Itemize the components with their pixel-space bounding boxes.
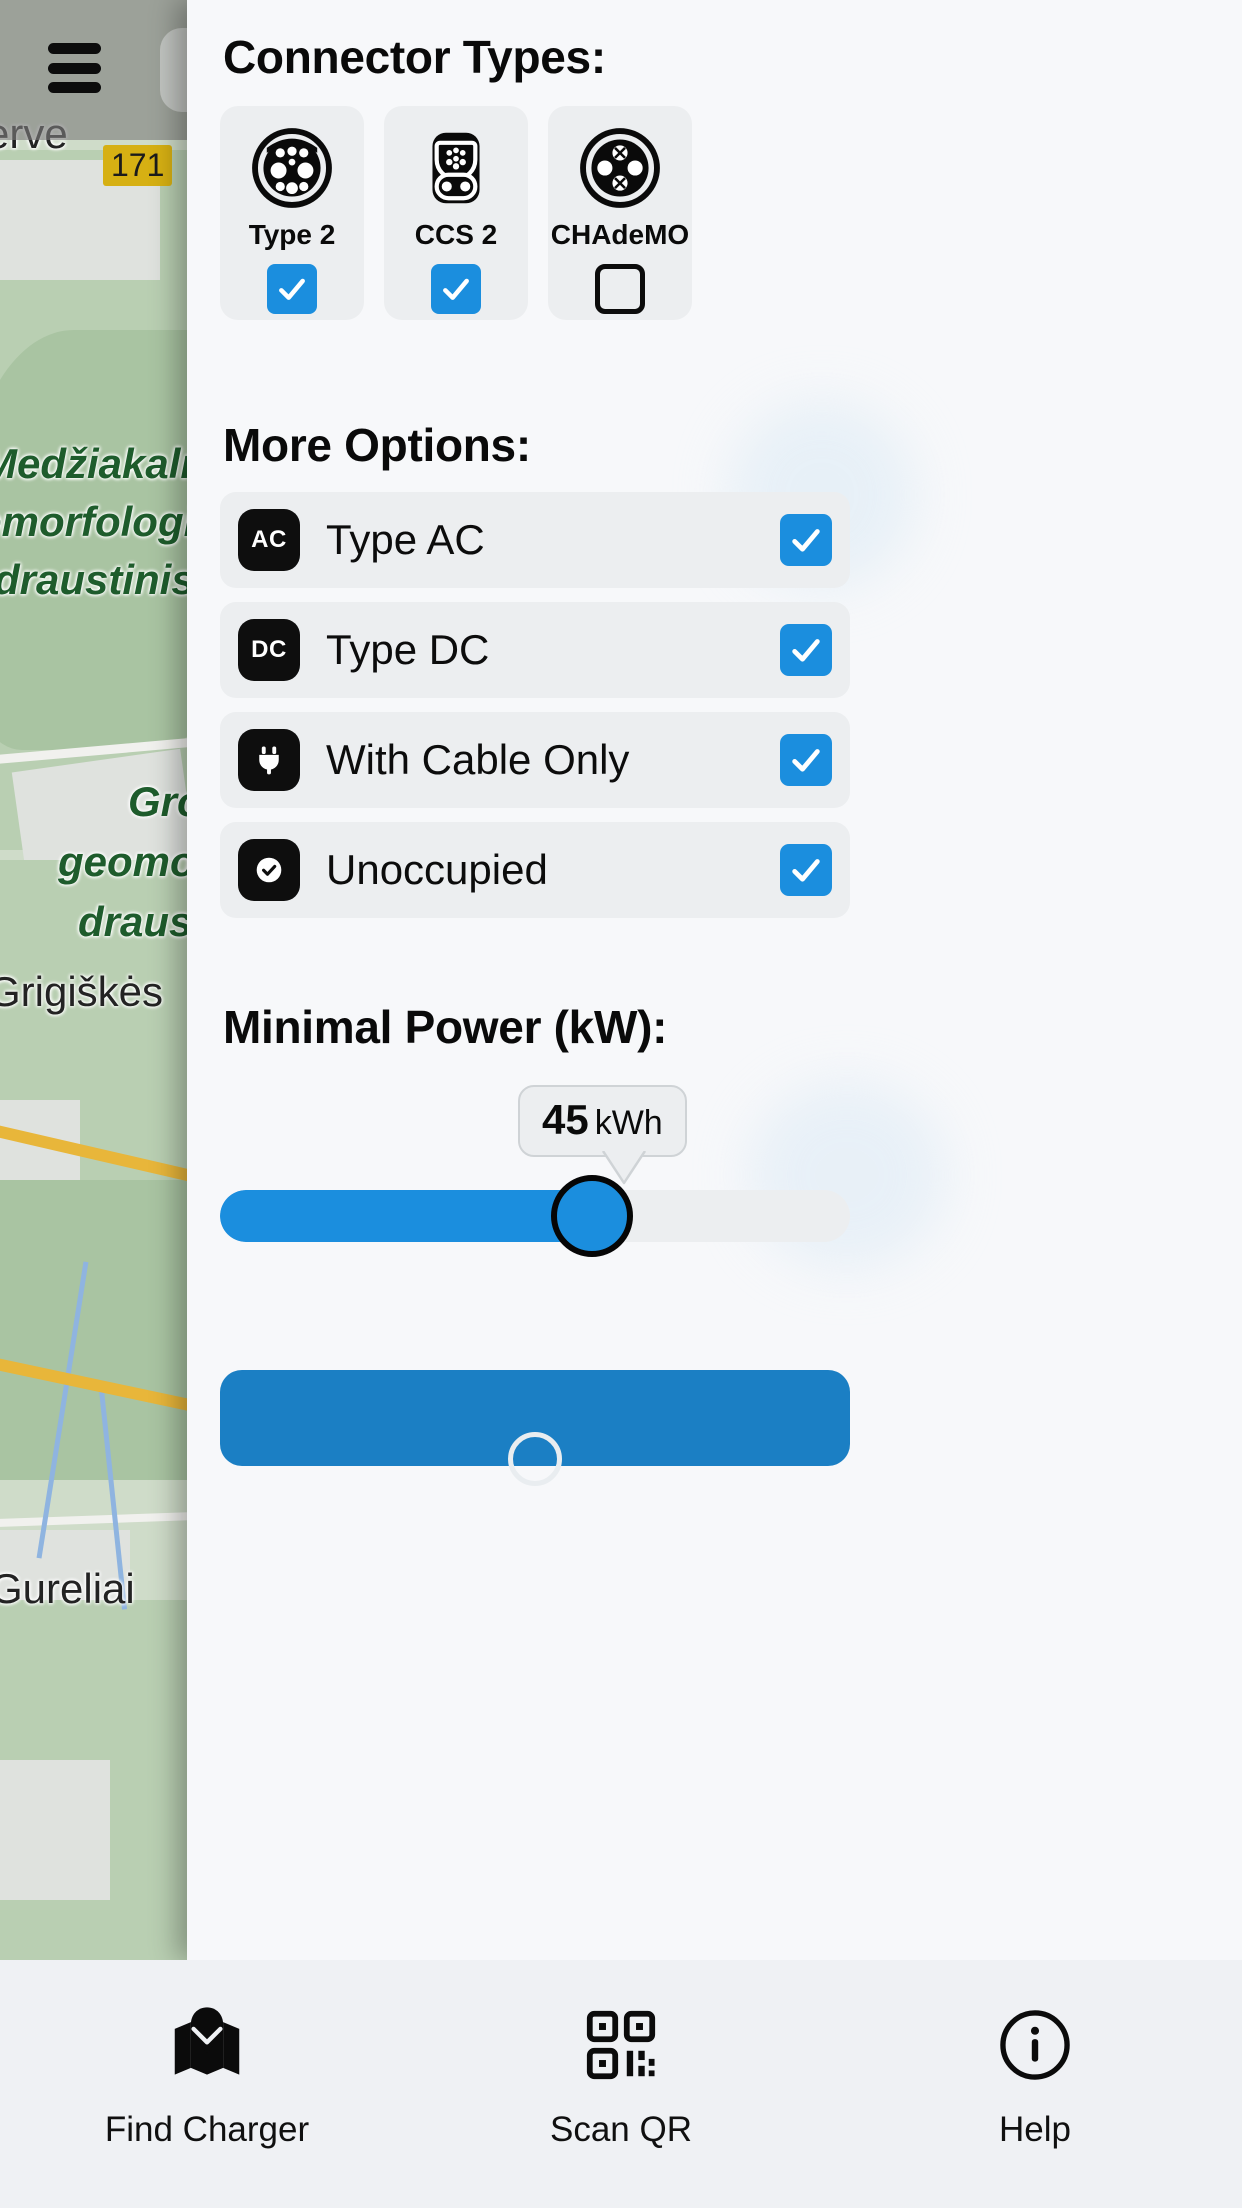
power-plug-icon (238, 729, 300, 791)
connector-types-row: Type 2 CCS 2 CHAdeMO (220, 106, 692, 320)
ac-badge-icon: AC (238, 509, 300, 571)
connector-label: Type 2 (248, 219, 336, 250)
tab-label: Scan QR (550, 2110, 692, 2149)
connector-card-type2[interactable]: Type 2 (220, 106, 364, 320)
check-icon (443, 278, 469, 300)
option-label: Type DC (326, 626, 490, 673)
ccs2-connector-icon (432, 132, 480, 204)
map-icon (164, 2002, 250, 2088)
dc-badge-icon: DC (238, 619, 300, 681)
chademo-connector-icon (580, 128, 660, 208)
more-options-list: AC Type AC DC Type DC With Cable Only Un… (220, 492, 850, 932)
map-label: draus (78, 898, 193, 945)
option-row-type-dc[interactable]: DC Type DC (220, 602, 850, 698)
connector-card-chademo[interactable]: CHAdeMO (548, 106, 692, 320)
info-circle-icon (997, 2002, 1073, 2088)
option-row-unoccupied[interactable]: Unoccupied (220, 822, 850, 918)
slider-value-tooltip: 45 kWh (518, 1085, 687, 1157)
tab-label: Find Charger (104, 2110, 310, 2149)
check-icon (792, 639, 820, 662)
bottom-tab-bar: Find Charger Scan QR Help (0, 1960, 1242, 2208)
check-icon (279, 278, 305, 300)
check-icon (792, 749, 820, 772)
check-icon (792, 529, 820, 552)
tab-scan-qr[interactable]: Scan QR (414, 2002, 828, 2150)
option-checkbox-with-cable-only[interactable] (780, 734, 832, 786)
slider-unit: kWh (594, 1104, 663, 1142)
road-shield: 171 (103, 145, 173, 187)
option-label: Type AC (326, 516, 485, 563)
connector-checkbox-chademo[interactable] (595, 264, 645, 314)
option-row-type-ac[interactable]: AC Type AC (220, 492, 850, 588)
connector-card-ccs2[interactable]: CCS 2 (384, 106, 528, 320)
map-label: Gureliai (0, 1565, 135, 1612)
check-icon (792, 859, 820, 882)
option-checkbox-type-ac[interactable] (780, 514, 832, 566)
slider-fill (220, 1190, 592, 1242)
type2-connector-icon (252, 128, 332, 208)
button-ring-icon (508, 1432, 562, 1486)
connector-checkbox-ccs2[interactable] (431, 264, 481, 314)
map-label: Grigiškės (0, 968, 164, 1015)
qr-code-icon (584, 2002, 658, 2088)
tab-label: Help (999, 2110, 1071, 2149)
option-label: Unoccupied (326, 846, 548, 893)
more-options-title: More Options: (223, 419, 531, 471)
tab-help[interactable]: Help (828, 2002, 1242, 2150)
connector-types-title: Connector Types: (223, 31, 606, 83)
filter-panel: Connector Types: Type 2 CCS 2 CHAdeMO Mo… (187, 0, 1242, 1960)
connector-checkbox-type2[interactable] (267, 264, 317, 314)
check-circle-icon (238, 839, 300, 901)
option-checkbox-type-dc[interactable] (780, 624, 832, 676)
option-label: With Cable Only (326, 736, 630, 783)
slider-thumb[interactable] (550, 1175, 633, 1257)
apply-filters-button[interactable] (220, 1370, 850, 1486)
connector-label: CCS 2 (414, 219, 498, 250)
badge-text: DC (251, 636, 287, 663)
badge-text: AC (251, 526, 287, 553)
option-checkbox-unoccupied[interactable] (780, 844, 832, 896)
tab-find-charger[interactable]: Find Charger (0, 2002, 414, 2150)
sheet-bottom-fade (187, 1810, 1242, 1960)
connector-label: CHAdeMO (550, 219, 690, 250)
option-row-with-cable-only[interactable]: With Cable Only (220, 712, 850, 808)
hamburger-menu-icon[interactable] (48, 43, 101, 93)
slider-track[interactable] (220, 1190, 850, 1242)
minimal-power-title: Minimal Power (kW): (223, 1001, 668, 1053)
map-label: draustinis (0, 556, 195, 603)
slider-value: 45 (542, 1096, 589, 1143)
